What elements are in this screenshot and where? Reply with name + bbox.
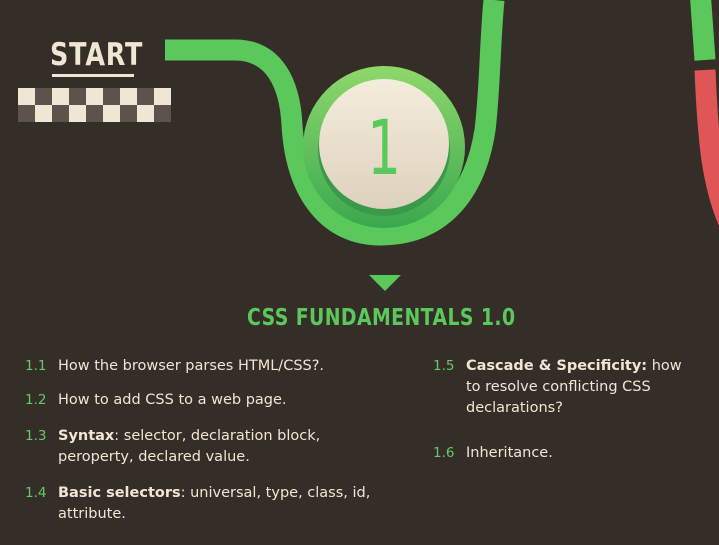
topic-text: How to add CSS to a web page.	[58, 392, 287, 408]
flag-square	[18, 105, 35, 122]
track-path-red	[694, 69, 719, 226]
topic-text: Basic selectors: universal, type, class,…	[58, 485, 371, 522]
topic-number: 1.2	[25, 392, 47, 408]
topic-number: 1.6	[433, 445, 455, 461]
flag-square	[154, 88, 171, 105]
flag-square	[18, 88, 35, 105]
topic-text: How the browser parses HTML/CSS?.	[58, 358, 325, 374]
topic-text: Inheritance.	[466, 445, 553, 461]
track-path-green-right	[690, 0, 716, 61]
topic-number: 1.5	[433, 358, 455, 374]
start-label: START	[50, 37, 144, 73]
pointer-triangle	[369, 275, 401, 291]
flag-square	[35, 105, 52, 122]
flag-square	[154, 105, 171, 122]
flag-square	[52, 88, 69, 105]
topic-number: 1.3	[25, 428, 47, 444]
topic-number: 1.1	[25, 358, 47, 374]
flag-square	[103, 88, 120, 105]
flag-square	[35, 88, 52, 105]
flag-square	[69, 88, 86, 105]
flag-square	[120, 105, 137, 122]
section-title: CSS FUNDAMENTALS 1.0	[247, 305, 516, 331]
topic-text: Cascade & Specificity: how to resolve con…	[466, 358, 682, 416]
flag-square	[52, 105, 69, 122]
flag-square	[137, 88, 154, 105]
start-underline	[52, 74, 134, 77]
flag-square	[69, 105, 86, 122]
topic-number: 1.4	[25, 485, 47, 501]
flag-square	[103, 105, 120, 122]
flag-square	[86, 105, 103, 122]
flag-square	[137, 105, 154, 122]
topic-item-1-4: 1.4 Basic selectors: universal, type, cl…	[25, 483, 405, 527]
topic-item-1-5: 1.5 Cascade & Specificity: how to resolve…	[433, 356, 713, 422]
badge-number: 1	[367, 104, 401, 192]
topic-item-1-3: 1.3 Syntax: selector, declaration block,…	[25, 426, 385, 470]
checkered-flag	[18, 88, 171, 122]
topic-text: Syntax: selector, declaration block, pero…	[58, 428, 321, 465]
flag-square	[120, 88, 137, 105]
flag-square	[86, 88, 103, 105]
